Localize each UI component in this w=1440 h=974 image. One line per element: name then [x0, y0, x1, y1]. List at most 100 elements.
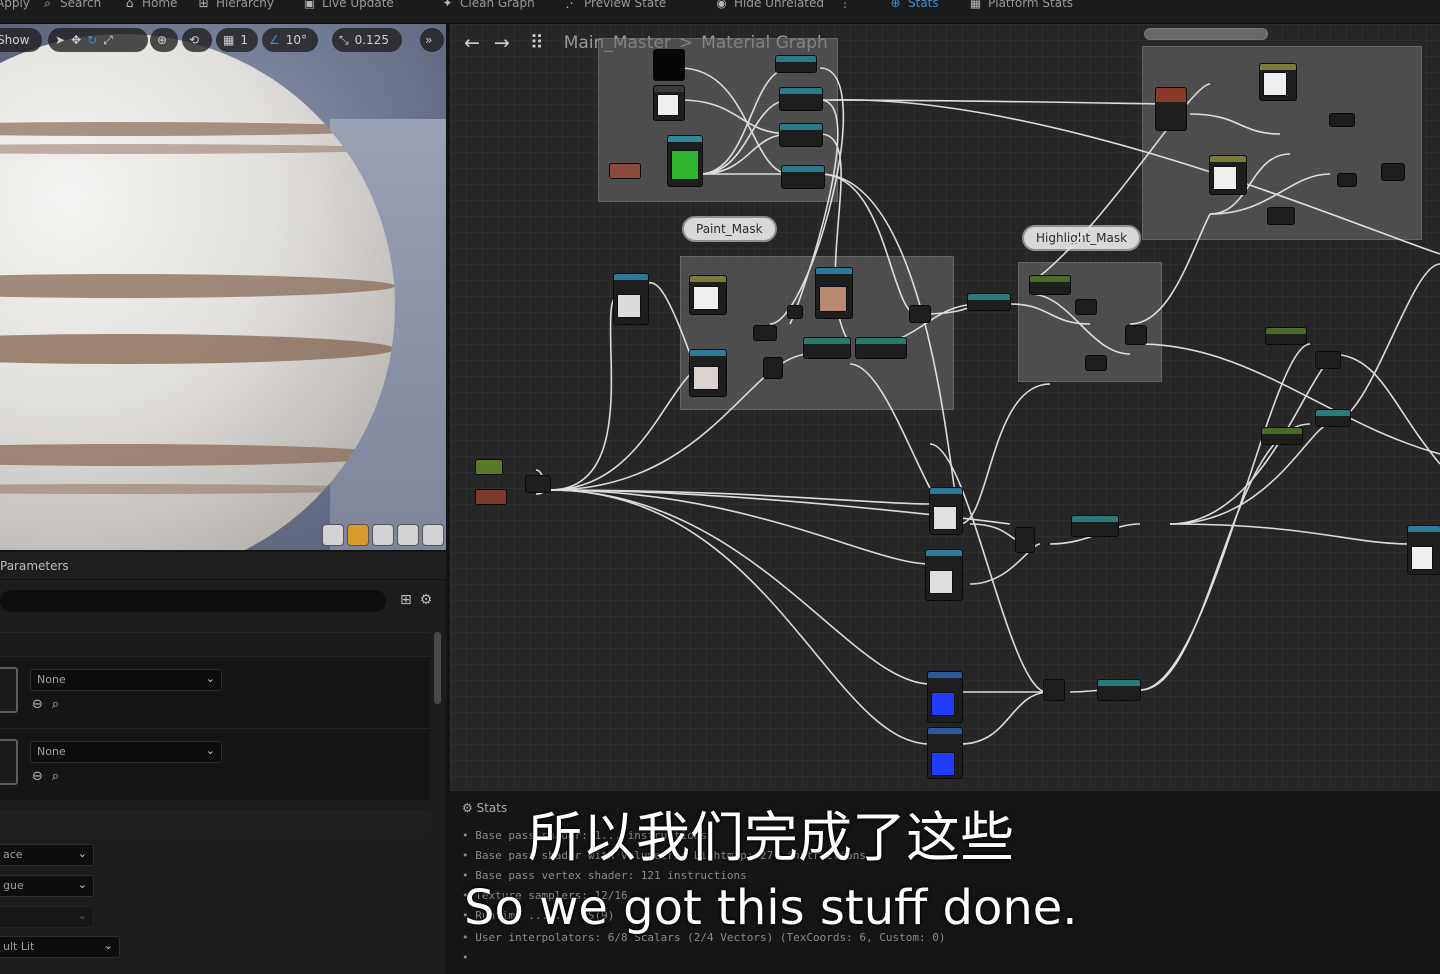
texture-dropdown-1[interactable]: None ⌄ — [30, 669, 222, 691]
preview-sphere — [0, 34, 395, 550]
reroute-node[interactable] — [1076, 300, 1096, 314]
chevron-down-icon: ⌄ — [77, 878, 87, 891]
texture-node[interactable] — [654, 86, 684, 120]
stats-tab[interactable]: ⚙ Stats — [462, 801, 507, 815]
cube-mesh-button[interactable] — [397, 524, 419, 546]
reroute-node[interactable] — [910, 306, 930, 322]
toolbar-hierarchy[interactable]: ⊞ Hierarchy — [196, 0, 274, 12]
settings-gear-icon[interactable]: ⚙ — [420, 592, 433, 608]
stats-icon: ⊕ — [890, 0, 901, 10]
live-update-label: Live Update — [322, 0, 394, 10]
texture-node[interactable] — [668, 136, 702, 186]
texture-node[interactable] — [1210, 156, 1246, 194]
texture-thumbnail[interactable] — [0, 739, 18, 785]
browse-icon[interactable]: ⊖ — [32, 769, 43, 784]
grid-snap[interactable]: ▦ 1 — [216, 28, 258, 52]
parameter-node[interactable] — [610, 164, 640, 178]
texture-node[interactable] — [690, 276, 726, 314]
math-node[interactable] — [968, 294, 1010, 310]
browse-icon[interactable]: ⊖ — [32, 697, 43, 712]
parameters-panel: Parameters ⊞ ⚙ None ⌄ ⊖ ⌕ None ⌄ ⊖ ⌕ ace ⌄ gu… — [0, 552, 446, 974]
sphere-mesh-button[interactable] — [347, 524, 369, 546]
math-node[interactable] — [804, 338, 850, 358]
math-node[interactable] — [780, 124, 822, 146]
math-node[interactable] — [776, 56, 816, 72]
texture-node[interactable] — [1156, 88, 1186, 130]
scale-snap[interactable]: ⤡ 0.125 — [332, 28, 402, 52]
vector-param-node[interactable] — [928, 728, 962, 778]
toolbar-platform-stats[interactable]: ▦ Platform Stats — [968, 0, 1073, 12]
reroute-node[interactable] — [754, 326, 776, 340]
texture-node[interactable] — [614, 274, 648, 324]
texture-node[interactable] — [1260, 64, 1296, 100]
parameters-tab[interactable]: Parameters — [0, 552, 446, 580]
texture-node[interactable] — [690, 350, 726, 396]
material-preview-viewport[interactable]: Show ➤ ✥ ↻ ⤢ ⊕ ⟲ ▦ 1 ∠ 10° ⤡ 0.125 » — [0, 24, 446, 550]
toolbar-live-update[interactable]: ▣ Live Update — [302, 0, 394, 12]
toolbar-clean-graph[interactable]: ✦ Clean Graph — [440, 0, 534, 12]
math-node[interactable] — [856, 338, 906, 358]
reroute-node[interactable] — [1382, 164, 1404, 180]
rotate-icon[interactable]: ↻ — [87, 33, 97, 47]
toolbar-preview-state[interactable]: ⋰ Preview State — [564, 0, 667, 12]
world-local-toggle[interactable]: ⊕ — [150, 28, 178, 52]
cylinder-mesh-button[interactable] — [322, 524, 344, 546]
math-node[interactable] — [1098, 680, 1140, 700]
blend-mode-dropdown[interactable]: ace ⌄ — [0, 844, 94, 866]
vector-param-node[interactable] — [928, 672, 962, 722]
custom-mesh-button[interactable] — [422, 524, 444, 546]
toolbar-apply[interactable]: Apply — [0, 0, 30, 12]
parameter-node[interactable] — [476, 490, 506, 504]
reroute-node[interactable] — [788, 306, 802, 318]
angle-snap[interactable]: ∠ 10° — [262, 28, 318, 52]
param-node[interactable] — [1262, 428, 1302, 444]
math-node[interactable] — [1316, 410, 1350, 426]
reroute-node[interactable] — [1338, 174, 1356, 186]
transform-tools[interactable]: ➤ ✥ ↻ ⤢ — [48, 28, 148, 52]
texture-dropdown-2[interactable]: None ⌄ — [30, 741, 222, 763]
texture-node[interactable] — [816, 268, 852, 318]
surface-snap-toggle[interactable]: ⟲ — [182, 28, 212, 52]
parameters-search-input[interactable] — [0, 590, 386, 612]
show-button[interactable]: Show — [0, 28, 42, 52]
translate-icon[interactable]: ✥ — [71, 33, 81, 47]
table-view-icon[interactable]: ⊞ — [400, 592, 412, 608]
reroute-node[interactable] — [764, 358, 782, 378]
math-node[interactable] — [782, 166, 824, 188]
param-node[interactable] — [1266, 328, 1306, 344]
scale-icon[interactable]: ⤢ — [103, 33, 113, 48]
more-icon[interactable]: ⋮ — [839, 0, 851, 10]
reroute-node[interactable] — [1126, 326, 1146, 344]
texture-node[interactable] — [926, 550, 962, 600]
parameters-scrollbar[interactable] — [434, 632, 441, 704]
parameter-node[interactable] — [476, 460, 502, 474]
toolbar-stats[interactable]: ⊕ Stats — [888, 0, 938, 12]
reroute-node[interactable] — [1268, 208, 1294, 224]
toolbar-home[interactable]: ⌂ Home — [122, 0, 178, 12]
math-node[interactable] — [1030, 276, 1070, 294]
shading-model-dropdown[interactable]: ult Lit ⌄ — [0, 936, 120, 958]
texture-thumbnail[interactable] — [0, 667, 18, 713]
math-node[interactable] — [780, 88, 822, 110]
reroute-node[interactable] — [1016, 528, 1034, 552]
search-icon[interactable]: ⌕ — [52, 769, 59, 784]
texture-node[interactable] — [1408, 526, 1440, 574]
material-domain-dropdown[interactable]: gue ⌄ — [0, 875, 94, 897]
plane-mesh-button[interactable] — [372, 524, 394, 546]
math-node[interactable] — [1072, 516, 1118, 536]
chevron-down-icon: ⌄ — [77, 847, 87, 860]
reroute-node[interactable] — [1086, 356, 1106, 370]
reroute-node[interactable] — [526, 476, 550, 492]
clean-graph-icon: ✦ — [442, 0, 453, 10]
toolbar-hide-unrelated[interactable]: ◉ Hide Unrelated ⋮ — [714, 0, 851, 12]
select-icon[interactable]: ➤ — [55, 33, 65, 47]
search-icon[interactable]: ⌕ — [52, 697, 59, 712]
viewport-more-button[interactable]: » — [420, 28, 444, 52]
toolbar-search[interactable]: ⌕ Search — [40, 0, 101, 12]
material-graph-canvas[interactable]: ← → ⠿ Main_Master > Material Graph Paint… — [450, 24, 1440, 790]
reroute-node[interactable] — [1044, 680, 1064, 700]
reroute-node[interactable] — [1316, 352, 1340, 368]
texture-node[interactable] — [930, 488, 962, 534]
texture-node[interactable] — [654, 50, 684, 80]
reroute-node[interactable] — [1330, 114, 1354, 126]
